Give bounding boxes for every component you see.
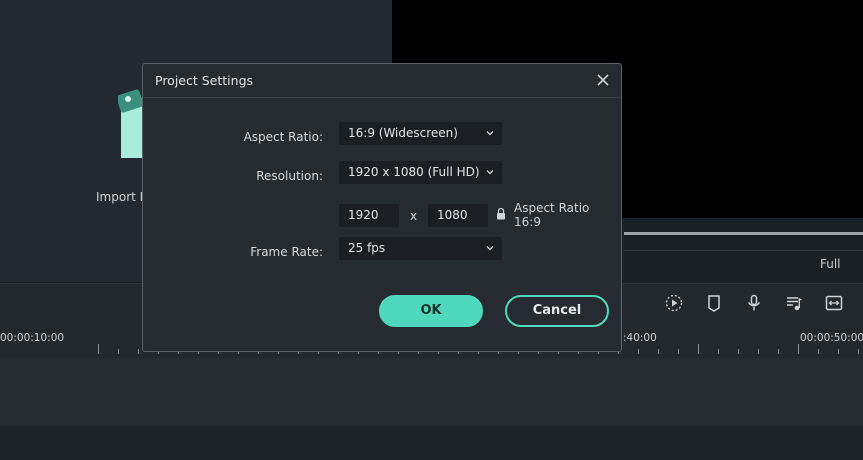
aspect-ratio-note-line1: Aspect Ratio <box>514 201 590 215</box>
aspect-ratio-note-line2: 16:9 <box>514 215 541 229</box>
preview-divider <box>624 250 863 251</box>
preview-progress-bar[interactable] <box>624 232 863 235</box>
frame-rate-label: Frame Rate: <box>250 245 323 259</box>
ruler-tick <box>738 349 739 354</box>
frame-rate-value: 25 fps <box>348 241 386 255</box>
ruler-tick <box>818 349 819 354</box>
ruler-tick <box>838 349 839 354</box>
resolution-separator: x <box>410 209 418 223</box>
close-icon[interactable] <box>594 71 612 89</box>
timecode-label: :40:00 <box>623 332 657 344</box>
chevron-down-icon <box>486 131 494 136</box>
ruler-tick <box>798 344 799 354</box>
project-settings-dialog: Project Settings Aspect Ratio: 16:9 (Wid… <box>142 63 622 352</box>
render-preview-icon[interactable] <box>664 293 684 313</box>
resolution-height-input[interactable]: 1080 <box>428 204 488 227</box>
aspect-ratio-label: Aspect Ratio: <box>243 130 323 144</box>
ruler-tick <box>698 344 699 354</box>
audio-mix-icon[interactable] <box>784 293 804 313</box>
timecode-label: 00:00:10:00 <box>0 332 65 344</box>
ruler-tick <box>718 349 719 354</box>
ruler-tick <box>778 349 779 354</box>
zoom-dropdown[interactable]: Full <box>820 257 841 271</box>
dialog-header: Project Settings <box>143 64 621 98</box>
resolution-width-input[interactable]: 1920 <box>339 204 399 227</box>
resolution-label: Resolution: <box>256 169 323 183</box>
ruler-tick <box>678 349 679 354</box>
resolution-select[interactable]: 1920 x 1080 (Full HD) <box>339 161 502 184</box>
marker-icon[interactable] <box>704 293 724 313</box>
aspect-ratio-value: 16:9 (Widescreen) <box>348 126 458 140</box>
ok-button[interactable]: OK <box>379 295 483 327</box>
lock-icon[interactable] <box>495 207 507 221</box>
ruler-tick <box>638 349 639 354</box>
dialog-title: Project Settings <box>155 73 254 88</box>
aspect-ratio-note: Aspect Ratio 16:9 <box>514 201 589 229</box>
ruler-tick <box>858 349 859 354</box>
ruler-tick <box>758 349 759 354</box>
chevron-down-icon <box>486 246 494 251</box>
frame-rate-select[interactable]: 25 fps <box>339 237 502 260</box>
microphone-icon[interactable] <box>744 293 764 313</box>
ruler-tick <box>98 344 99 354</box>
ruler-tick <box>658 349 659 354</box>
timeline-bottom-bar <box>0 426 863 460</box>
timeline-tracks[interactable] <box>0 358 863 426</box>
cancel-button[interactable]: Cancel <box>505 295 609 327</box>
timecode-label: 00:00:50:00 <box>800 332 863 344</box>
chevron-down-icon <box>486 170 494 175</box>
aspect-ratio-select[interactable]: 16:9 (Widescreen) <box>339 122 502 145</box>
resolution-value: 1920 x 1080 (Full HD) <box>348 165 480 179</box>
fit-timeline-icon[interactable] <box>824 293 844 313</box>
ruler-tick <box>118 349 119 354</box>
ruler-tick <box>138 349 139 354</box>
